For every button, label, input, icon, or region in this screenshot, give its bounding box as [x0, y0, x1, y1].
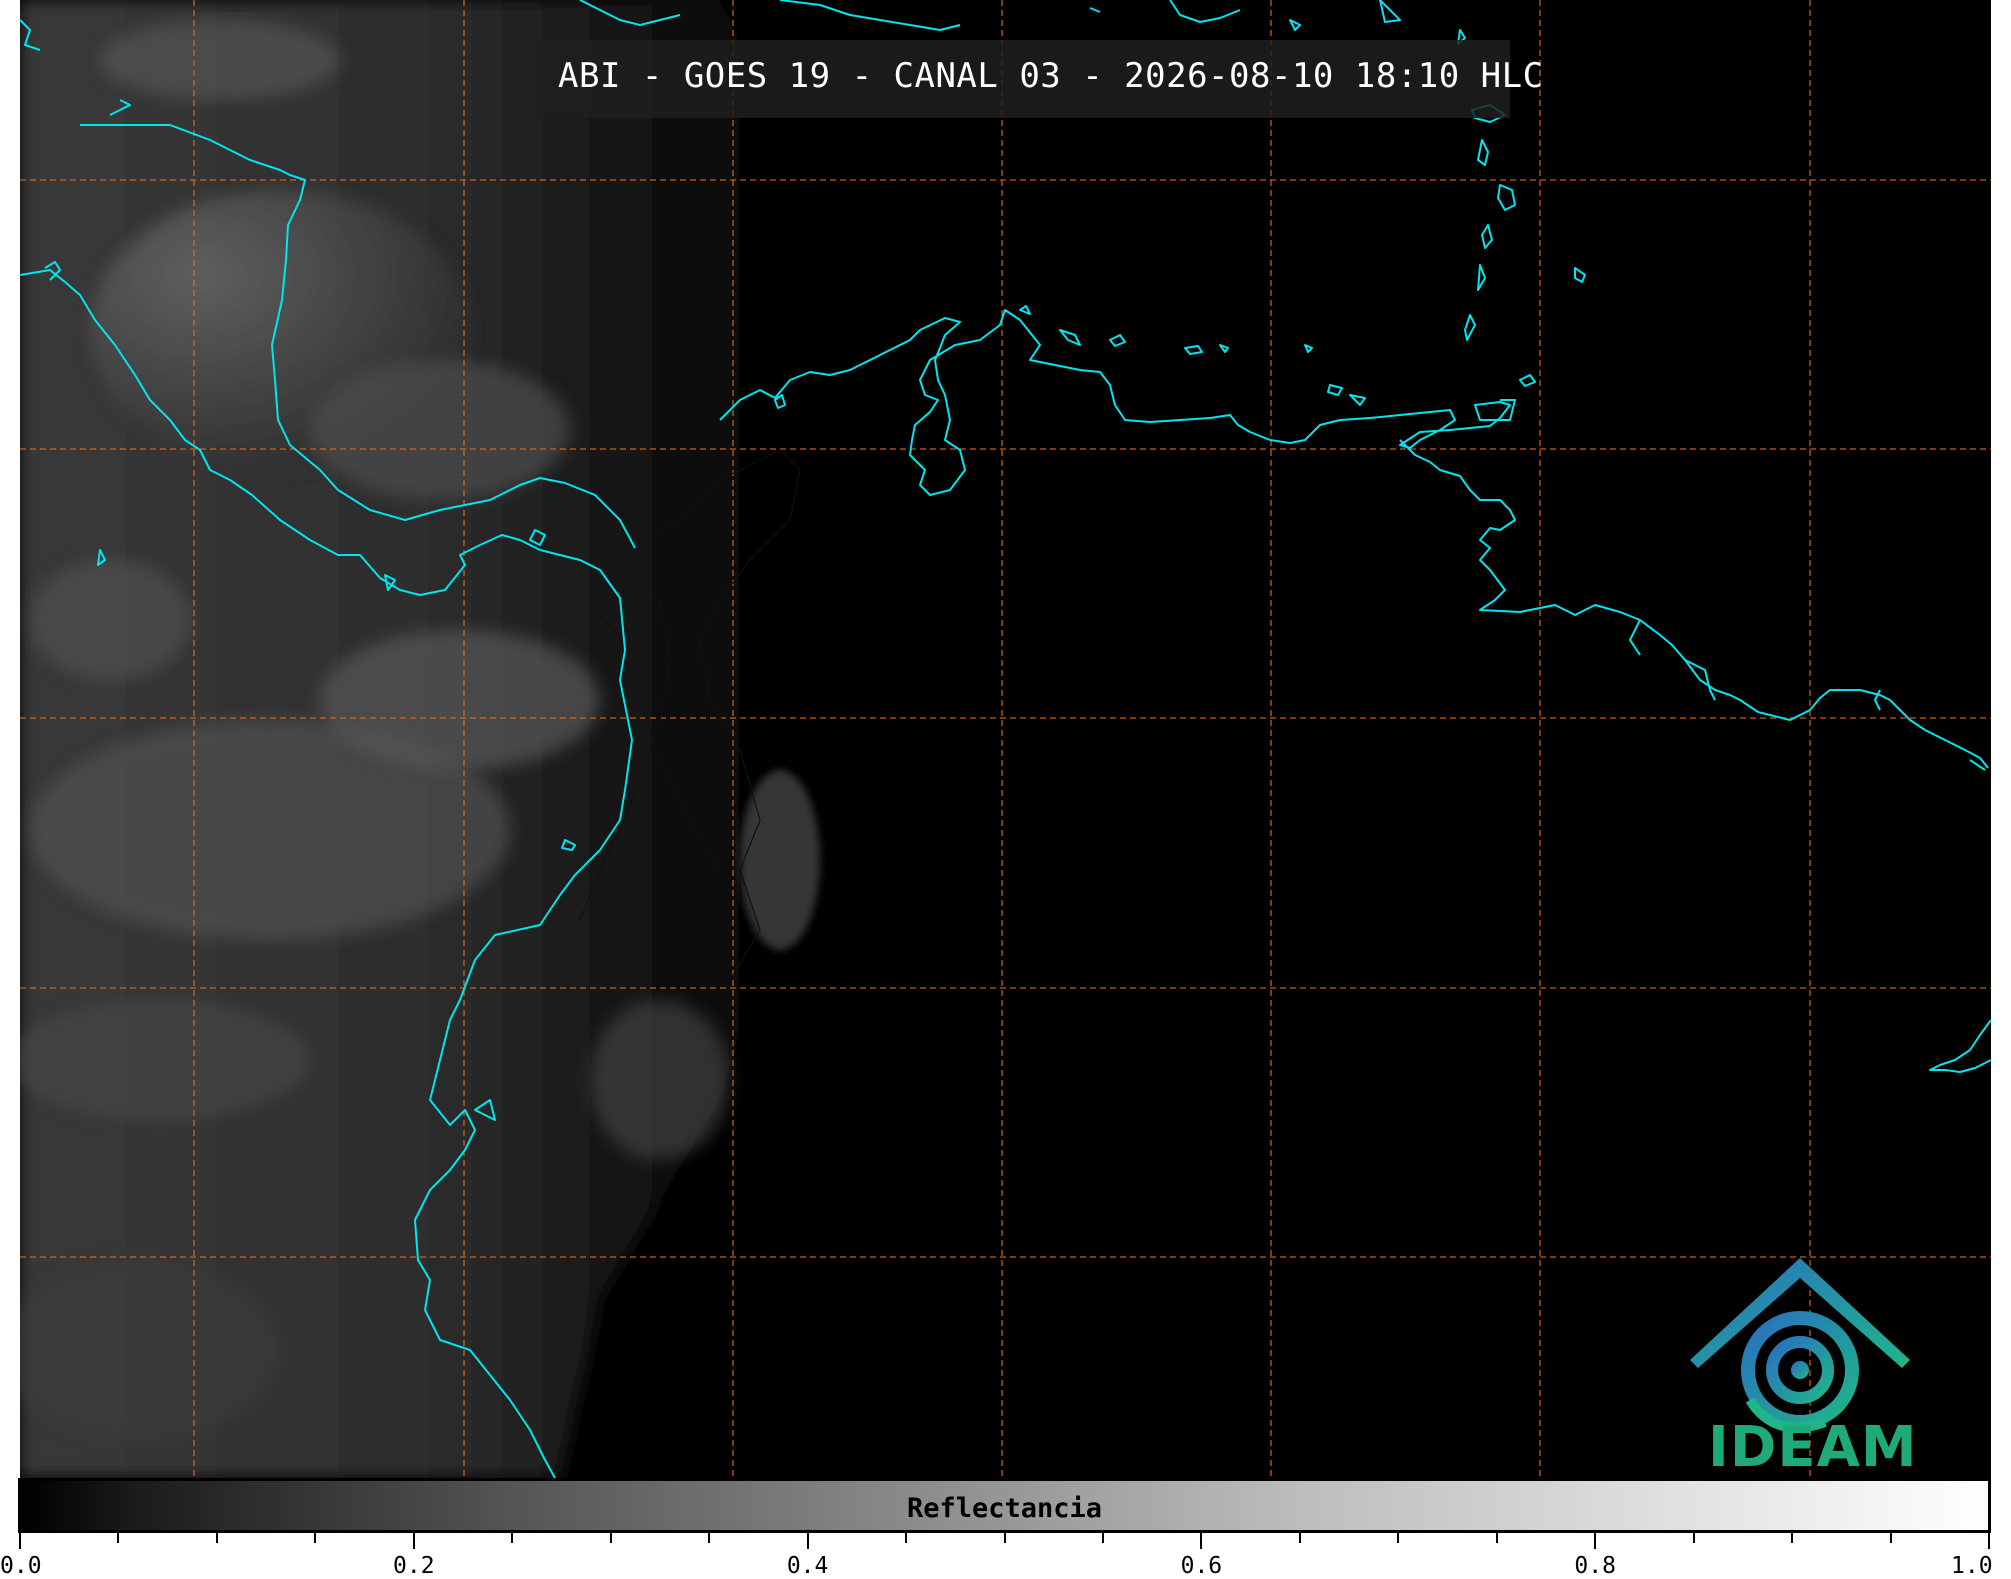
colorbar-major-tick [1594, 1533, 1597, 1549]
colorbar-minor-tick [609, 1533, 612, 1543]
colorbar-minor-tick [314, 1533, 317, 1543]
colorbar-minor-tick [1298, 1533, 1301, 1543]
colorbar-minor-tick [1692, 1533, 1695, 1543]
colorbar-tick-label: 0.2 [393, 1553, 435, 1579]
colorbar: Reflectancia [18, 1478, 1991, 1533]
colorbar-major-tick [412, 1533, 415, 1549]
colorbar-minor-tick [708, 1533, 711, 1543]
colorbar-minor-tick [1495, 1533, 1498, 1543]
colorbar-minor-tick [905, 1533, 908, 1543]
colorbar-major-tick [19, 1533, 21, 1549]
colorbar-tick-label: 0.4 [786, 1553, 829, 1579]
colorbar-minor-tick [215, 1533, 218, 1543]
ideam-logo-text: IDEAM [1708, 1415, 1918, 1478]
colorbar-tick-label: 0.6 [1180, 1553, 1223, 1579]
colorbar-minor-tick [1101, 1533, 1104, 1543]
image-title: ABI - GOES 19 - CANAL 03 - 2026-08-10 18… [558, 56, 1544, 96]
cloud-cover [20, 0, 820, 1478]
satellite-map[interactable]: IDEAM [20, 0, 1991, 1478]
colorbar-major-tick [1988, 1533, 1990, 1549]
colorbar-major-tick [806, 1533, 809, 1549]
colorbar-minor-tick [117, 1533, 120, 1543]
colorbar-tick-label: 0.0 [0, 1553, 42, 1579]
colorbar-label: Reflectancia [906, 1493, 1103, 1524]
colorbar-minor-tick [1397, 1533, 1400, 1543]
colorbar-tick-label: 0.8 [1574, 1553, 1616, 1579]
colorbar-minor-tick [511, 1533, 514, 1543]
colorbar-minor-tick [1003, 1533, 1006, 1543]
colorbar-minor-tick [1889, 1533, 1892, 1543]
colorbar-major-tick [1200, 1533, 1203, 1549]
colorbar-tick-label: 1.0 [1951, 1553, 1993, 1579]
colorbar-minor-tick [1791, 1533, 1794, 1543]
